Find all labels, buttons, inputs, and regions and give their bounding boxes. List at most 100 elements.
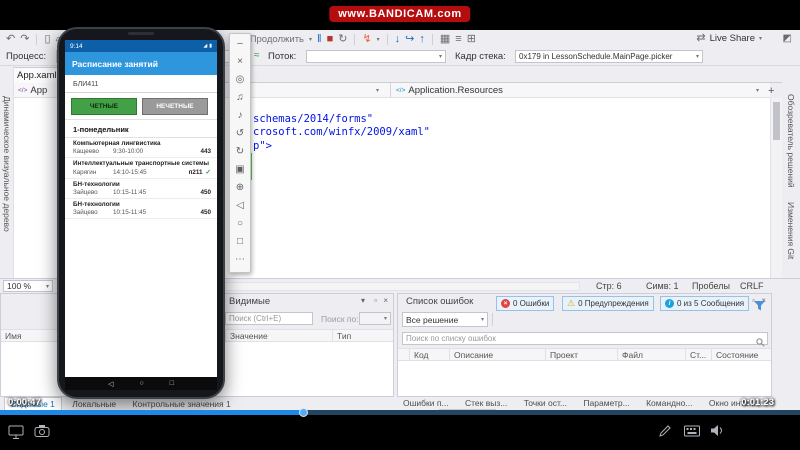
lesson-subject: Интеллектуальные транспортные системы [73, 160, 210, 167]
chevron-down-icon[interactable]: ▾ [377, 36, 380, 43]
file-breadcrumb[interactable]: </> App [18, 85, 47, 96]
search-depth-combobox[interactable]: ▾ [359, 312, 391, 325]
lesson-subject: БН-технологии [73, 181, 120, 188]
volume-icon[interactable] [710, 424, 724, 442]
errors-filter-button[interactable]: × 0 Ошибки [496, 296, 555, 311]
home-icon[interactable]: ○ [230, 215, 250, 233]
volume-down-icon[interactable]: ♪ [230, 107, 250, 125]
chevron-down-icon[interactable]: ▾ [376, 87, 379, 94]
plus-icon[interactable]: + [768, 85, 774, 97]
odd-week-button[interactable]: НЕЧЕТНЫЕ [142, 98, 208, 115]
status-eol[interactable]: CRLF [740, 281, 764, 291]
tab-locals[interactable]: Локальные [66, 398, 122, 410]
rotate-right-icon[interactable]: ↻ [230, 143, 250, 161]
error-search-input[interactable] [402, 332, 768, 345]
back-icon[interactable]: ◁ [230, 197, 250, 215]
lesson-item[interactable]: Интеллектуальные транспортные системы Ка… [65, 158, 217, 179]
volume-up-icon[interactable]: ♫ [230, 89, 250, 107]
even-week-button[interactable]: ЧЕТНЫЕ [71, 98, 137, 115]
live-share-button[interactable]: ⇄ Live Share ▾ [696, 33, 762, 45]
error-list-panel: Список ошибок ▾ ▫ × Все решение ▾ × 0 Ош… [397, 293, 772, 397]
android-back-icon[interactable]: ◁ [108, 380, 113, 388]
tab-validation-errors[interactable]: Ошибки п... [397, 397, 455, 409]
messages-filter-button[interactable]: i 0 из 5 Сообщения [660, 296, 750, 311]
column-description[interactable]: Описание [450, 349, 546, 360]
toolbox-icon[interactable]: ▦ [440, 33, 450, 45]
warnings-filter-button[interactable]: ⚠ 0 Предупреждения [562, 296, 654, 311]
screenshot-icon[interactable]: ▣ [230, 161, 250, 179]
code-line-3: crosoft.com/winfx/2009/xaml" [253, 126, 431, 138]
autos-search-input[interactable] [225, 312, 313, 325]
lesson-time: 10:15-11:45 [113, 209, 147, 216]
error-scope-combobox[interactable]: Все решение ▾ [402, 312, 488, 327]
threads-icon[interactable]: ≈ [254, 51, 260, 61]
rotate-left-icon[interactable]: ↺ [230, 125, 250, 143]
column-project[interactable]: Проект [546, 349, 618, 360]
pause-icon[interactable]: ‖ [317, 33, 322, 45]
chevron-down-icon[interactable]: ▾ [756, 87, 759, 94]
status-spaces[interactable]: Пробелы [692, 281, 730, 291]
close-icon[interactable]: × [230, 53, 250, 71]
window-position-icon[interactable]: ▾ [361, 296, 365, 305]
error-grid-body[interactable] [398, 361, 771, 396]
group-picker[interactable]: БЛИ411 [65, 75, 217, 93]
tab-breakpoints[interactable]: Точки ост... [518, 397, 573, 409]
window-icon[interactable]: ⊞ [467, 33, 476, 45]
column-code[interactable]: Код [410, 349, 450, 360]
pin-icon[interactable]: ▫ [374, 296, 377, 305]
column-suppression[interactable]: Состояние п... [712, 349, 771, 370]
list-icon[interactable]: ≡ [455, 33, 461, 45]
tab-call-stack[interactable]: Стек выз... [459, 397, 513, 409]
progress-knob[interactable] [299, 408, 308, 417]
new-file-icon[interactable]: ▯ [44, 33, 50, 45]
continue-button[interactable]: Продолжить [250, 34, 304, 45]
stop-icon[interactable]: ■ [327, 33, 334, 45]
week-toggle-row: ЧЕТНЫЕ НЕЧЕТНЫЕ [65, 93, 217, 119]
hot-reload-icon[interactable]: ↯ [362, 33, 371, 45]
live-visual-tree-vtab[interactable]: Динамическое визуальное дерево [2, 96, 12, 232]
separator [354, 33, 356, 45]
android-home-icon[interactable]: ○ [139, 380, 143, 387]
restart-icon[interactable]: ↻ [338, 33, 347, 45]
android-overview-icon[interactable]: □ [170, 380, 174, 387]
window-layout-icon[interactable]: ◩ [783, 34, 792, 44]
column-line[interactable]: Ст... [686, 349, 712, 360]
keyboard-icon[interactable] [684, 424, 700, 442]
element-breadcrumb[interactable]: </> Application.Resources [396, 85, 503, 96]
stack-frame-combobox[interactable]: 0x179 in LessonSchedule.MainPage.picker … [515, 50, 703, 63]
navigate-back-icon[interactable]: ↶ [6, 33, 15, 45]
autos-panel-title: Видимые [229, 296, 271, 307]
scrollbar-thumb[interactable] [773, 102, 780, 140]
lesson-item[interactable]: Компьютерная лингвистика Кащеево 9:30-10… [65, 138, 217, 158]
tab-parameters[interactable]: Параметр... [577, 397, 635, 409]
pencil-icon[interactable] [658, 424, 672, 443]
chevron-down-icon: ▾ [383, 316, 387, 322]
playback-progress-bar[interactable] [0, 408, 800, 417]
camera-icon[interactable] [34, 424, 50, 443]
navigate-forward-icon[interactable]: ↷ [20, 33, 29, 45]
minimize-icon[interactable]: – [230, 35, 250, 53]
close-icon[interactable]: × [383, 296, 388, 305]
step-over-icon[interactable]: ↪ [405, 33, 414, 45]
step-into-icon[interactable]: ↓ [395, 33, 401, 45]
power-icon[interactable]: ◎ [230, 71, 250, 89]
filter-icon[interactable] [754, 298, 765, 316]
tab-command-window[interactable]: Командно... [640, 397, 698, 409]
git-changes-vtab[interactable]: Изменения Git [786, 202, 796, 259]
zoom-icon[interactable]: ⊕ [230, 179, 250, 197]
step-out-icon[interactable]: ↑ [419, 33, 425, 45]
lesson-item[interactable]: БН-технологии Зайцево 10:15-11:45 450 [65, 179, 217, 199]
column-type[interactable]: Тип [333, 330, 393, 341]
column-file[interactable]: Файл [618, 349, 686, 360]
overview-icon[interactable]: □ [230, 233, 250, 251]
chevron-down-icon[interactable]: ▾ [309, 36, 312, 43]
more-icon[interactable]: ⋯ [230, 251, 250, 269]
thread-combobox[interactable]: ▾ [306, 50, 446, 63]
solution-explorer-vtab[interactable]: Обозреватель решений [786, 94, 796, 188]
column-value[interactable]: Значение [226, 330, 333, 341]
editor-vertical-scrollbar[interactable] [770, 98, 782, 278]
lesson-item[interactable]: БН-технологии Зайцево 10:15-11:45 450 [65, 199, 217, 219]
display-icon[interactable] [8, 424, 24, 445]
tab-watch[interactable]: Контрольные значения 1 [127, 398, 237, 410]
zoom-combobox[interactable]: 100 % ▾ [3, 280, 53, 292]
